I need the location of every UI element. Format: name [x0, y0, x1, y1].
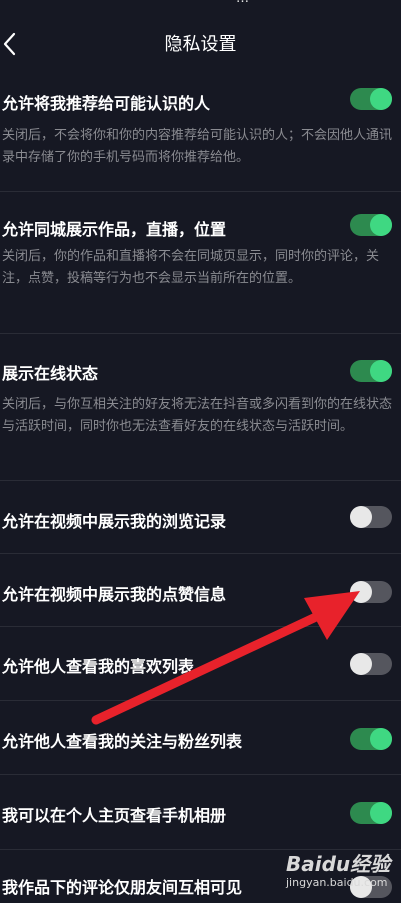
- browsing-history-toggle[interactable]: [350, 506, 392, 528]
- toggle-knob: [350, 581, 372, 603]
- setting-label: 展示在线状态: [2, 364, 99, 383]
- watermark-url: jingyan.baidu.com: [286, 876, 388, 889]
- status-bar-fragment: …: [236, 0, 250, 6]
- setting-label: 允许将我推荐给可能认识的人: [2, 94, 211, 113]
- divider: [0, 553, 401, 554]
- likes-list-toggle[interactable]: [350, 653, 392, 675]
- setting-label: 允许在视频中展示我的浏览记录: [2, 512, 227, 531]
- status-bar: …: [0, 0, 401, 12]
- setting-label: 允许他人查看我的喜欢列表: [2, 657, 195, 676]
- toggle-knob: [370, 88, 392, 110]
- setting-label: 允许同城展示作品，直播，位置: [2, 220, 227, 239]
- toggle-knob: [350, 506, 372, 528]
- online-status-toggle[interactable]: [350, 360, 392, 382]
- setting-label: 允许在视频中展示我的点赞信息: [2, 585, 227, 604]
- setting-description: 关闭后，你的作品和直播将不会在同城页显示，同时你的评论，关注，点赞，投稿等行为也…: [2, 249, 380, 286]
- toggle-knob: [350, 653, 372, 675]
- toggle-knob: [370, 802, 392, 824]
- baidu-jingyan-watermark: Baidu经验 jingyan.baidu.com: [286, 846, 396, 896]
- divider: [0, 191, 401, 192]
- phone-album-toggle[interactable]: [350, 802, 392, 824]
- recommend-toggle[interactable]: [350, 88, 392, 110]
- divider: [0, 333, 401, 334]
- toggle-knob: [370, 728, 392, 750]
- divider: [0, 700, 401, 701]
- follow-fans-toggle[interactable]: [350, 728, 392, 750]
- toggle-knob: [370, 360, 392, 382]
- setting-description: 关闭后，与你互相关注的好友将无法在抖音或多闪看到你的在线状态与活跃时间，同时你也…: [2, 397, 393, 434]
- same-city-toggle[interactable]: [350, 214, 392, 236]
- page-title: 隐私设置: [164, 34, 237, 55]
- divider: [0, 774, 401, 775]
- divider: [0, 480, 401, 481]
- setting-label: 我作品下的评论仅朋友间互相可见: [2, 878, 243, 897]
- setting-label: 允许他人查看我的关注与粉丝列表: [2, 732, 243, 751]
- header: 隐私设置: [0, 22, 401, 62]
- watermark-brand: Baidu经验: [286, 852, 391, 876]
- divider: [0, 626, 401, 627]
- toggle-knob: [370, 214, 392, 236]
- setting-description: 关闭后，不会将你和你的内容推荐给可能认识的人；不会因他人通讯录中存储了你的手机号…: [2, 128, 393, 165]
- like-info-toggle[interactable]: [350, 581, 392, 603]
- setting-label: 我可以在个人主页查看手机相册: [2, 806, 227, 825]
